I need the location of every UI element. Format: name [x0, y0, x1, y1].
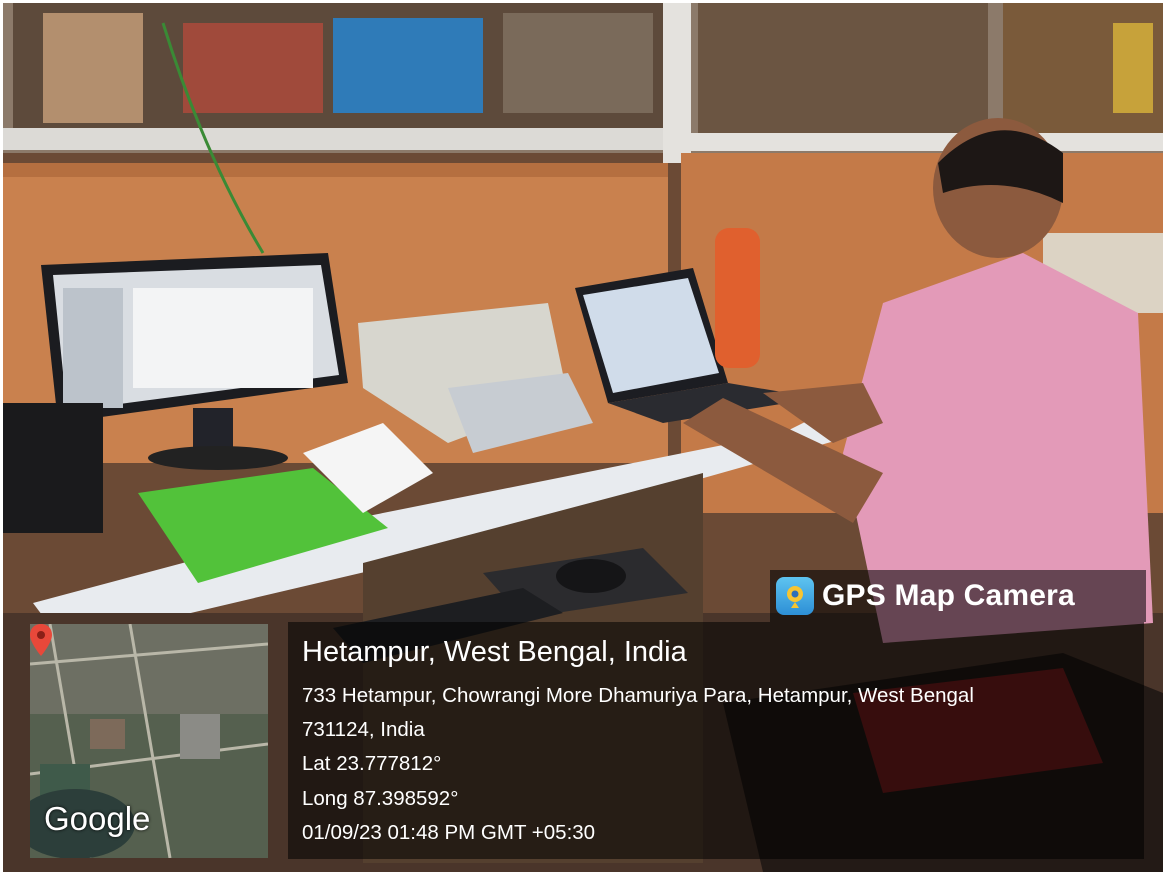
map-thumbnail: Google — [30, 624, 268, 858]
latitude: Lat 23.777812° — [302, 752, 442, 775]
address-line-1: 733 Hetampur, Chowrangi More Dhamuriya P… — [302, 684, 974, 707]
location-title: Hetampur, West Bengal, India — [302, 636, 687, 668]
map-pin-icon — [30, 624, 52, 656]
app-badge: GPS Map Camera — [770, 570, 1146, 622]
gps-map-camera-icon — [776, 577, 814, 615]
app-name: GPS Map Camera — [822, 579, 1075, 612]
location-info-panel: Hetampur, West Bengal, India 733 Hetampu… — [288, 622, 1144, 859]
datetime: 01/09/23 01:48 PM GMT +05:30 — [302, 821, 596, 844]
google-logo: Google — [44, 800, 151, 837]
photo-frame: Google GPS Map Camera Hetampur, West Ben… — [3, 3, 1163, 872]
address-line-2: 731124, India — [302, 718, 425, 741]
longitude: Long 87.398592° — [302, 787, 459, 810]
